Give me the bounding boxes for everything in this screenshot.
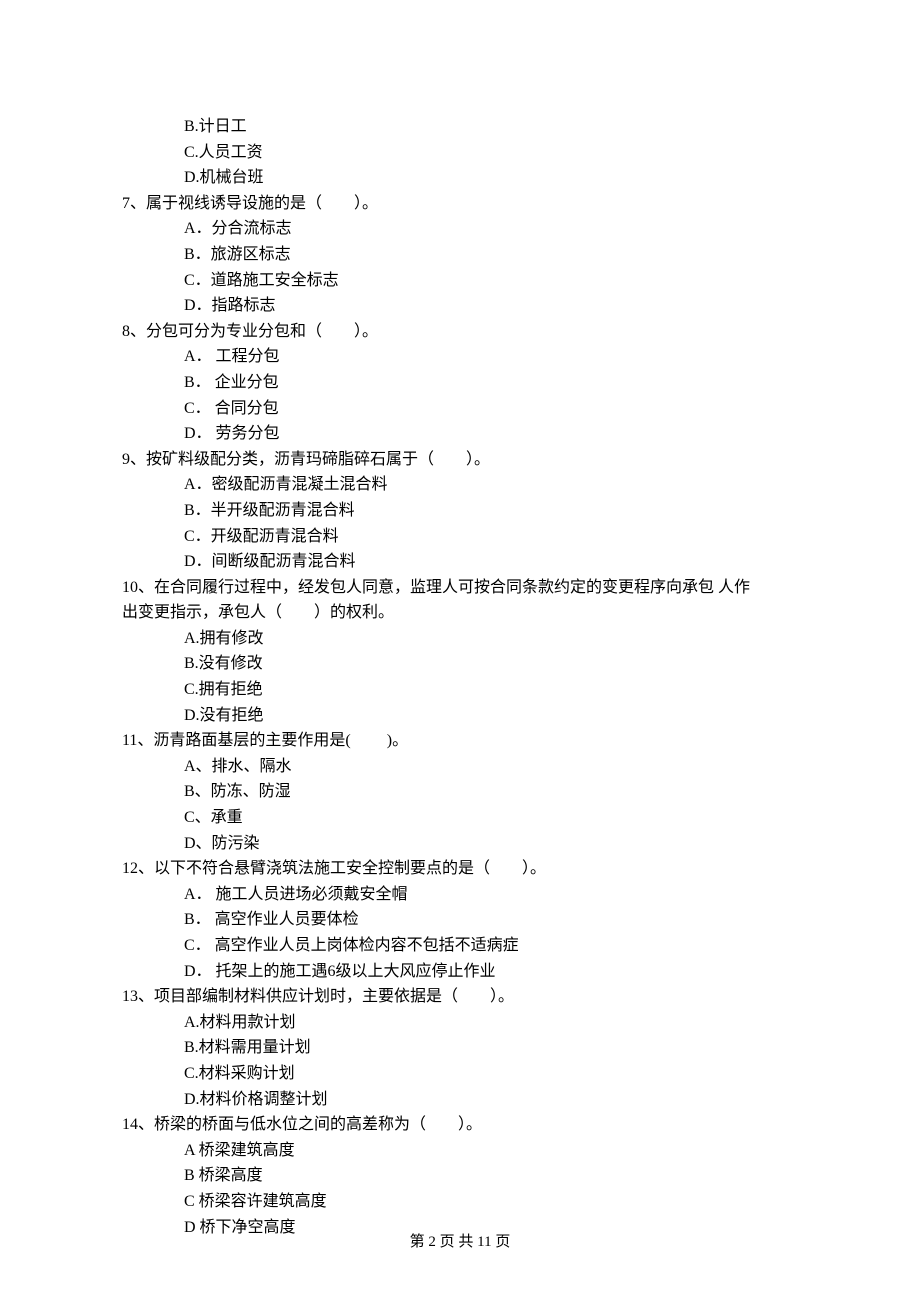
question-stem: 11、沥青路面基层的主要作用是( )。 bbox=[122, 728, 798, 754]
option-text: A． 施工人员进场必须戴安全帽 bbox=[122, 882, 798, 908]
option-text: D．指路标志 bbox=[122, 293, 798, 319]
document-page: B.计日工 C.人员工资 D.机械台班 7、属于视线诱导设施的是（ ）。 A．分… bbox=[0, 0, 920, 1302]
option-text: C．道路施工安全标志 bbox=[122, 268, 798, 294]
option-text: A.拥有修改 bbox=[122, 626, 798, 652]
option-text: D． 劳务分包 bbox=[122, 421, 798, 447]
option-text: A.材料用款计划 bbox=[122, 1010, 798, 1036]
option-text: A．密级配沥青混凝土混合料 bbox=[122, 472, 798, 498]
question-stem: 10、在合同履行过程中，经发包人同意，监理人可按合同条款约定的变更程序向承包 人… bbox=[122, 575, 798, 601]
option-text: C． 合同分包 bbox=[122, 396, 798, 422]
option-text: C.人员工资 bbox=[122, 140, 798, 166]
option-text: A．分合流标志 bbox=[122, 216, 798, 242]
option-text: D． 托架上的施工遇6级以上大风应停止作业 bbox=[122, 959, 798, 985]
page-footer: 第 2 页 共 11 页 bbox=[0, 1230, 920, 1254]
question-stem: 9、按矿料级配分类，沥青玛碲脂碎石属于（ ）。 bbox=[122, 447, 798, 473]
option-text: C 桥梁容许建筑高度 bbox=[122, 1189, 798, 1215]
question-stem: 7、属于视线诱导设施的是（ ）。 bbox=[122, 191, 798, 217]
option-text: C.材料采购计划 bbox=[122, 1061, 798, 1087]
option-text: C、承重 bbox=[122, 805, 798, 831]
question-stem: 8、分包可分为专业分包和（ ）。 bbox=[122, 319, 798, 345]
option-text: B．半开级配沥青混合料 bbox=[122, 498, 798, 524]
option-text: D．间断级配沥青混合料 bbox=[122, 549, 798, 575]
option-text: D.机械台班 bbox=[122, 165, 798, 191]
option-text: B、防冻、防湿 bbox=[122, 779, 798, 805]
option-text: D、防污染 bbox=[122, 831, 798, 857]
option-text: B.材料需用量计划 bbox=[122, 1035, 798, 1061]
question-stem: 13、项目部编制材料供应计划时，主要依据是（ ）。 bbox=[122, 984, 798, 1010]
option-text: B． 高空作业人员要体检 bbox=[122, 907, 798, 933]
option-text: B． 企业分包 bbox=[122, 370, 798, 396]
option-text: B.没有修改 bbox=[122, 651, 798, 677]
option-text: A． 工程分包 bbox=[122, 344, 798, 370]
question-stem: 14、桥梁的桥面与低水位之间的高差称为（ ）。 bbox=[122, 1112, 798, 1138]
option-text: D.材料价格调整计划 bbox=[122, 1087, 798, 1113]
option-text: C． 高空作业人员上岗体检内容不包括不适病症 bbox=[122, 933, 798, 959]
option-text: C.拥有拒绝 bbox=[122, 677, 798, 703]
option-text: D.没有拒绝 bbox=[122, 703, 798, 729]
option-text: B．旅游区标志 bbox=[122, 242, 798, 268]
option-text: A 桥梁建筑高度 bbox=[122, 1138, 798, 1164]
option-text: B 桥梁高度 bbox=[122, 1163, 798, 1189]
question-stem-cont: 出变更指示，承包人（ ）的权利。 bbox=[122, 600, 798, 626]
question-stem: 12、以下不符合悬臂浇筑法施工安全控制要点的是（ ）。 bbox=[122, 856, 798, 882]
option-text: A、排水、隔水 bbox=[122, 754, 798, 780]
option-text: C．开级配沥青混合料 bbox=[122, 524, 798, 550]
option-text: B.计日工 bbox=[122, 114, 798, 140]
